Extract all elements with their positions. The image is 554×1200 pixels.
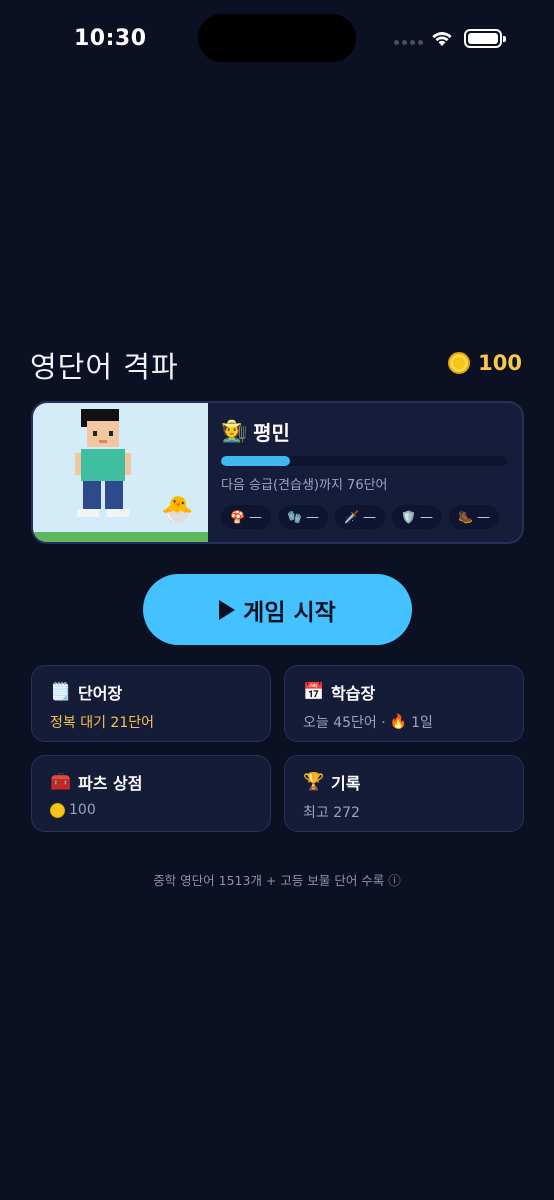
coin-icon [448,352,471,374]
rank-progress-label: 다음 승급(견습생)까지 76단어 [221,478,388,493]
status-time: 10:30 [74,26,147,51]
shield-slot[interactable]: 🛡️ — [392,505,442,529]
parts-shop-title: 파츠 상점 [78,774,143,793]
hatching-chick-icon: 🐣 [161,495,194,525]
wifi-icon [432,32,452,46]
farmer-icon: 🧑‍🌾 [221,419,248,443]
parts-shop-balance: 100 [50,802,252,818]
shield-icon: 🛡️ [401,510,416,524]
boot-icon: 🥾 [458,510,473,524]
parts-shop-coins: 100 [69,802,96,818]
records-title: 기록 [331,774,361,793]
best-score: 최고 272 [303,805,360,821]
footer-note[interactable]: 중학 영단어 1513개 + 고등 보물 단어 수록 ⓘ [0,870,554,889]
character-info: 🧑‍🌾 평민 다음 승급(견습생)까지 76단어 🍄 — 🧤 — 🗡️ — 🛡️ — 🥾… [221,417,511,529]
wordbook-title: 단어장 [78,684,123,703]
helmet-slot[interactable]: 🍄 — [221,505,271,529]
character-avatar [75,409,131,517]
mushroom-icon: 🍄 [230,510,245,524]
study-title: 학습장 [331,684,376,703]
trophy-icon: 🏆 [303,772,325,792]
study-card[interactable]: 📅 학습장 오늘 45단어 · 🔥 1일 [284,665,524,742]
armor-slot[interactable]: 🧤 — [278,505,328,529]
rank-name: 평민 [253,421,290,445]
fire-icon: 🔥 [389,714,408,730]
study-streak: 1일 [411,715,433,731]
shop-bag-icon: 🧰 [50,772,72,792]
rank-progress-fill [221,456,290,466]
status-bar: 10:30 [0,0,554,80]
glove-icon: 🧤 [287,510,302,524]
character-card[interactable]: 🐣 🧑‍🌾 평민 다음 승급(견습생)까지 76단어 🍄 — 🧤 — 🗡️ — 🛡️ —… [31,401,524,544]
dynamic-island [198,14,356,62]
app-title: 영단어 격파 [30,350,179,384]
ground-strip [33,532,208,542]
play-icon [219,599,236,620]
coin-value: 100 [478,351,522,375]
coin-balance: 100 [448,351,522,375]
parts-shop-card[interactable]: 🧰 파츠 상점 100 [31,755,271,832]
dagger-icon: 🗡️ [344,510,359,524]
boots-slot[interactable]: 🥾 — [449,505,499,529]
rank-progress-bar [221,456,507,466]
study-status: 오늘 45단어 · 🔥 1일 [303,712,505,732]
calendar-icon: 📅 [303,682,325,702]
wordbook-status: 정복 대기 21단어 [50,715,154,731]
coin-icon [50,802,65,818]
notepad-icon: 🗒️ [50,682,72,702]
records-card[interactable]: 🏆 기록 최고 272 [284,755,524,832]
character-scene: 🐣 [33,403,208,542]
cellular-signal-icon [394,40,423,45]
start-game-label: 게임 시작 [243,599,336,626]
start-game-button[interactable]: 게임 시작 [143,574,412,645]
weapon-slot[interactable]: 🗡️ — [335,505,385,529]
wordbook-card[interactable]: 🗒️ 단어장 정복 대기 21단어 [31,665,271,742]
study-today-words: 오늘 45단어 · [303,715,386,731]
battery-icon [464,29,506,48]
equipment-slots: 🍄 — 🧤 — 🗡️ — 🛡️ — 🥾 — [221,505,511,529]
